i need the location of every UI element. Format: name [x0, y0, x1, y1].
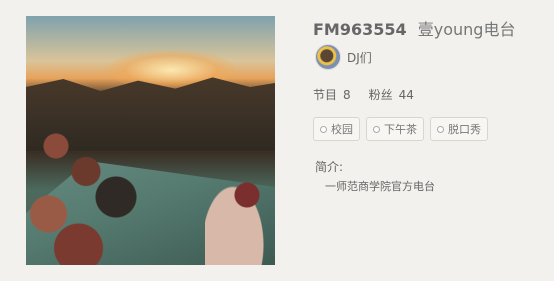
tag-label: 下午茶 [384, 123, 417, 136]
tag-afternoon-tea[interactable]: 下午茶 [366, 117, 424, 141]
cover-person-right [205, 165, 275, 265]
intro-text: 一师范商学院官方电台 [325, 180, 435, 193]
fans-count: 44 [398, 88, 414, 102]
dj-avatar[interactable] [315, 44, 341, 70]
tag-talk-show[interactable]: 脱口秀 [430, 117, 488, 141]
tag-dot-icon [437, 125, 444, 133]
fans-label: 粉丝 [368, 88, 393, 102]
station-title: FM963554 壹young电台 [313, 16, 515, 40]
station-code: FM963554 [313, 20, 407, 39]
station-name: 壹young电台 [417, 20, 516, 39]
programs-stat: 节目 8 [313, 86, 351, 103]
dj-section[interactable]: DJ们 [315, 44, 372, 70]
tag-campus[interactable]: 校园 [313, 117, 360, 141]
station-cover-image [26, 16, 275, 265]
programs-label: 节目 [313, 88, 338, 102]
tag-label: 校园 [331, 123, 353, 136]
station-stats: 节目 8 粉丝 44 [313, 86, 432, 103]
fans-stat: 粉丝 44 [369, 86, 414, 103]
tag-label: 脱口秀 [448, 123, 481, 136]
tag-dot-icon [320, 125, 327, 133]
tag-dot-icon [373, 125, 380, 133]
dj-label[interactable]: DJ们 [347, 49, 372, 66]
intro-heading: 简介: [315, 160, 344, 174]
programs-count: 8 [343, 88, 351, 102]
cover-people [26, 95, 176, 265]
tag-list: 校园 下午茶 脱口秀 [313, 117, 494, 141]
